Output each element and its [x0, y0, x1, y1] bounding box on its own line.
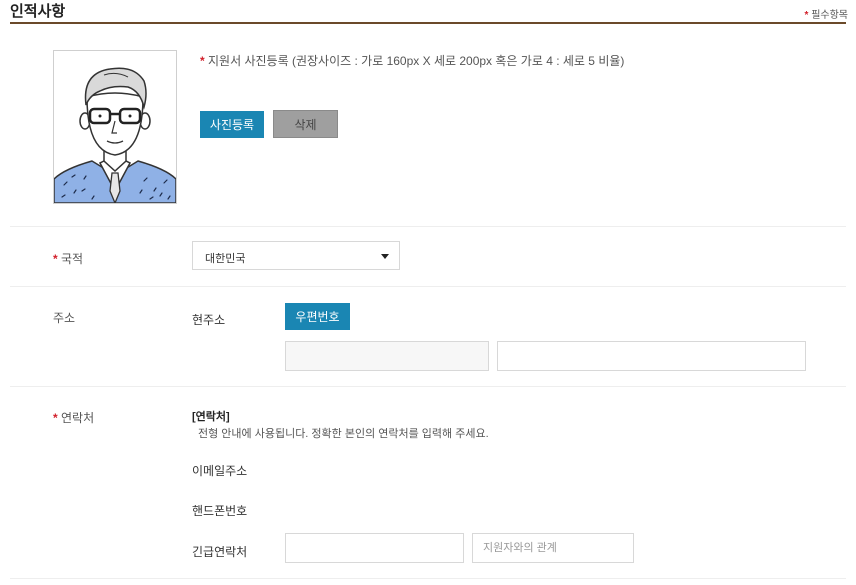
phone-label: 핸드폰번호 — [192, 504, 248, 518]
caret-down-icon — [381, 254, 389, 259]
required-star: * — [200, 54, 205, 68]
address-main-input[interactable] — [285, 341, 489, 371]
emergency-contact-label: 긴급연락처 — [192, 545, 248, 559]
required-note-text: 필수항목 — [811, 10, 848, 21]
divider — [10, 386, 846, 387]
contact-description: 전형 안내에 사용됩니다. 정확한 본인의 연락처를 입력해 주세요. — [198, 428, 489, 440]
photo-delete-button[interactable]: 삭제 — [273, 110, 338, 138]
required-star: * — [804, 10, 809, 21]
email-label: 이메일주소 — [192, 464, 248, 478]
section-title: 인적사항 — [10, 3, 66, 20]
zipcode-button[interactable]: 우편번호 — [285, 303, 350, 330]
nationality-select[interactable]: 대한민국 — [192, 241, 400, 270]
divider — [10, 226, 846, 227]
photo-register-button[interactable]: 사진등록 — [200, 111, 264, 138]
contact-heading: [연락처] — [192, 411, 230, 423]
emergency-contact-input[interactable] — [285, 533, 464, 563]
nationality-label: * 국적 — [53, 250, 83, 267]
avatar-placeholder-icon — [54, 51, 176, 203]
divider — [10, 578, 846, 579]
required-note: * 필수항목 — [805, 6, 849, 21]
photo-guideline: * 지원서 사진등록 (권장사이즈 : 가로 160px X 세로 200px … — [200, 52, 624, 69]
title-divider — [10, 22, 846, 24]
required-star: * — [53, 411, 58, 425]
address-label: 주소 — [53, 311, 76, 325]
required-star: * — [53, 252, 58, 266]
current-address-label: 현주소 — [192, 313, 226, 327]
divider — [10, 286, 846, 287]
photo-preview — [53, 50, 177, 204]
contact-label: * 연락처 — [53, 409, 94, 426]
emergency-relation-input[interactable] — [472, 533, 634, 563]
photo-guideline-text: 지원서 사진등록 (권장사이즈 : 가로 160px X 세로 200px 혹은… — [208, 54, 625, 68]
contact-label-text: 연락처 — [61, 411, 95, 425]
nationality-label-text: 국적 — [61, 252, 84, 266]
address-detail-input[interactable] — [497, 341, 806, 371]
nationality-selected-value: 대한민국 — [205, 253, 246, 265]
